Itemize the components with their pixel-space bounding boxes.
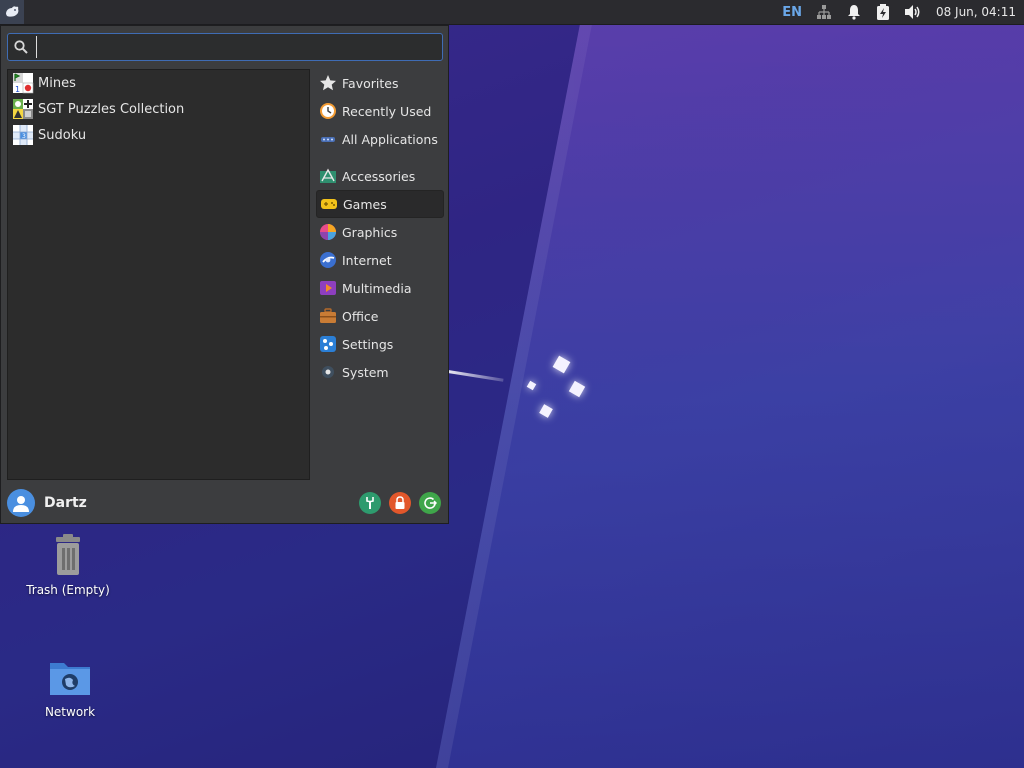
category-games[interactable]: Games [316,190,444,218]
system-icon [319,363,337,381]
network-folder-icon [50,663,90,695]
category-label: Multimedia [342,280,412,296]
category-label: Settings [342,336,394,352]
menu-footer: Dartz [7,487,443,519]
search-icon [8,40,34,54]
category-list: Favorites Recently Used All Applications… [316,69,444,386]
list-item-label: SGT Puzzles Collection [38,101,185,117]
category-label: System [342,364,389,380]
wallpaper-ray [447,370,504,382]
category-settings[interactable]: Settings [316,330,444,358]
whisker-menu: 1 Mines SGT Puzzles Collection 3 Sudoku … [0,25,449,524]
accessories-icon [319,167,337,185]
category-label: Internet [342,252,392,268]
user-avatar[interactable] [7,489,35,517]
briefcase-icon [319,307,337,325]
list-item-sudoku[interactable]: 3 Sudoku [8,122,309,148]
desktop-icon-label: Trash (Empty) [26,583,110,597]
battery-charging-icon[interactable] [876,4,890,20]
whisker-menu-button[interactable] [0,0,24,24]
settings-manager-icon [366,497,374,509]
lock-icon [395,496,405,509]
list-item-sgt-puzzles[interactable]: SGT Puzzles Collection [8,96,309,122]
category-label: Office [342,308,379,324]
network-icon[interactable] [816,4,832,20]
volume-icon[interactable] [904,4,922,20]
category-all-applications[interactable]: All Applications [316,125,444,153]
apps-icon [319,130,337,148]
clock-icon [319,102,337,120]
clock[interactable]: 08 Jun, 04:11 [936,5,1016,19]
mines-icon: 1 [13,73,34,94]
category-office[interactable]: Office [316,302,444,330]
application-list: 1 Mines SGT Puzzles Collection 3 Sudoku [7,69,310,480]
settings-manager-button[interactable] [359,492,381,514]
top-panel: EN 08 Jun, 04:11 [0,0,1024,25]
category-label: All Applications [342,131,438,147]
category-separator [316,153,444,162]
multimedia-icon [319,279,337,297]
svg-text:3: 3 [22,133,26,140]
puzzles-icon [13,99,33,119]
gamepad-icon [320,195,338,213]
globe-icon [319,251,337,269]
category-multimedia[interactable]: Multimedia [316,274,444,302]
lock-screen-button[interactable] [389,492,411,514]
category-system[interactable]: System [316,358,444,386]
sudoku-icon: 3 [13,125,33,145]
desktop-icon-label: Network [44,705,96,719]
search-input[interactable] [36,36,442,58]
list-item-label: Sudoku [38,127,87,143]
logout-icon [424,497,437,509]
desktop-icon-trash[interactable]: Trash (Empty) [8,533,128,597]
desktop-icon-network[interactable]: Network [10,655,130,719]
category-internet[interactable]: Internet [316,246,444,274]
category-graphics[interactable]: Graphics [316,218,444,246]
category-label: Games [343,196,387,212]
trash-icon [56,534,80,575]
category-accessories[interactable]: Accessories [316,162,444,190]
keyboard-layout-indicator[interactable]: EN [782,5,802,20]
user-icon [13,496,29,512]
category-recently-used[interactable]: Recently Used [316,97,444,125]
category-favorites[interactable]: Favorites [316,69,444,97]
xfce-mouse-icon [6,6,19,17]
category-label: Recently Used [342,103,432,119]
settings-icon [319,335,337,353]
logout-button[interactable] [419,492,441,514]
list-item-mines[interactable]: 1 Mines [8,70,309,96]
list-item-label: Mines [38,75,76,91]
notification-bell-icon[interactable] [846,4,862,20]
svg-text:1: 1 [15,85,20,94]
category-label: Graphics [342,224,398,240]
search-box[interactable] [7,33,443,61]
graphics-icon [319,223,337,241]
category-label: Favorites [342,75,399,91]
star-icon [319,74,337,92]
category-label: Accessories [342,168,416,184]
username: Dartz [44,495,87,511]
